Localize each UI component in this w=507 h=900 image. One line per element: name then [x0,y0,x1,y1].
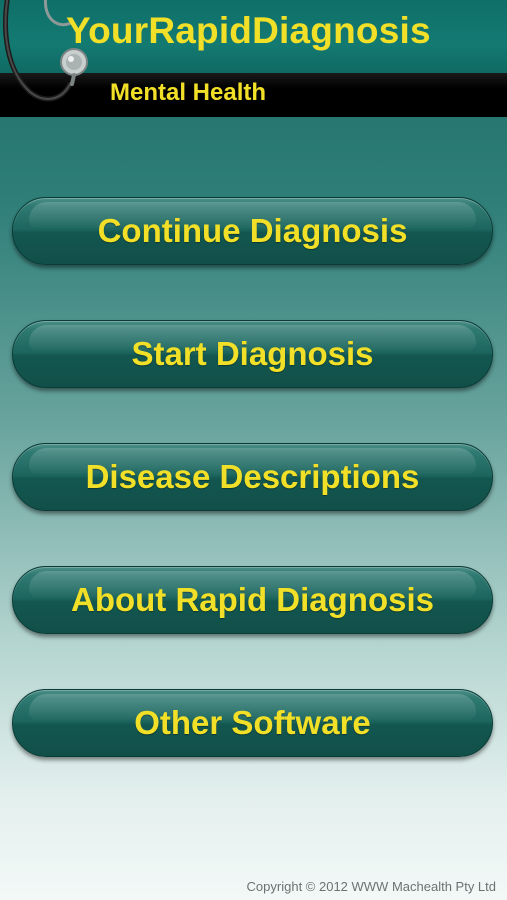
disease-descriptions-button[interactable]: Disease Descriptions [12,443,493,511]
about-rapid-diagnosis-label: About Rapid Diagnosis [71,581,434,618]
continue-diagnosis-button[interactable]: Continue Diagnosis [12,197,493,265]
other-software-button[interactable]: Other Software [12,689,493,757]
about-rapid-diagnosis-button[interactable]: About Rapid Diagnosis [12,566,493,634]
app-title: YourRapidDiagnosis [66,10,431,51]
main-menu: Continue Diagnosis Start Diagnosis Disea… [12,197,495,812]
start-diagnosis-button[interactable]: Start Diagnosis [12,320,493,388]
start-diagnosis-label: Start Diagnosis [131,335,374,372]
other-software-label: Other Software [134,704,371,741]
disease-descriptions-label: Disease Descriptions [85,458,420,495]
app-header: YourRapidDiagnosis Mental Health [0,0,507,117]
app-subtitle: Mental Health [110,79,267,106]
copyright-text: Copyright © 2012 WWW Machealth Pty Ltd [246,879,496,894]
continue-diagnosis-label: Continue Diagnosis [97,212,408,249]
